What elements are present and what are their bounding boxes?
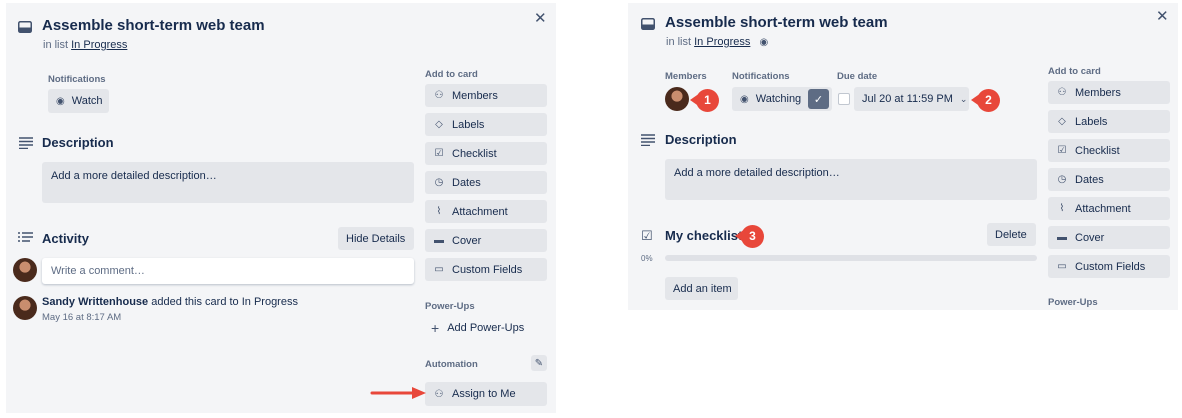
custom-fields-icon: ▭ — [434, 264, 444, 275]
eye-icon: ◉ — [740, 93, 749, 105]
watch-button[interactable]: ◉ Watch — [48, 89, 109, 113]
checklist-title: My checklist — [665, 228, 743, 243]
cover-button[interactable]: ▬ Cover — [425, 229, 547, 252]
custom-fields-icon: ▭ — [1057, 261, 1067, 272]
cover-button[interactable]: ▬ Cover — [1048, 226, 1170, 249]
dates-button[interactable]: ◷ Dates — [425, 171, 547, 194]
member-avatar[interactable] — [665, 87, 689, 111]
assign-to-me-button[interactable]: ⚇ Assign to Me — [425, 382, 547, 406]
callout-3: 3 — [735, 224, 764, 248]
add-person-icon: ⚇ — [434, 388, 444, 400]
clock-icon: ◷ — [434, 177, 444, 188]
notifications-label: Notifications — [732, 71, 790, 82]
due-date-label: Due date — [837, 71, 878, 82]
checklist-icon: ☑ — [1057, 145, 1067, 156]
cover-icon: ▬ — [434, 235, 444, 246]
callout-1: 1 — [690, 88, 719, 112]
activity-avatar — [13, 296, 37, 320]
progress-percent: 0% — [641, 254, 653, 263]
callout-2: 2 — [971, 88, 1000, 112]
delete-checklist-button[interactable]: Delete — [987, 223, 1036, 246]
due-date-checkbox[interactable] — [838, 93, 850, 105]
avatar — [13, 258, 37, 282]
person-icon: ⚇ — [1057, 87, 1067, 98]
description-input[interactable]: Add a more detailed description… — [665, 159, 1037, 200]
add-to-card-label: Add to card — [425, 69, 478, 80]
progress-bar — [665, 255, 1037, 261]
close-icon[interactable]: ✕ — [1156, 7, 1169, 25]
custom-fields-button[interactable]: ▭ Custom Fields — [1048, 255, 1170, 278]
plus-icon: + — [431, 320, 440, 336]
description-icon — [641, 133, 655, 151]
activity-user[interactable]: Sandy Writtenhouse — [42, 296, 148, 308]
card-detail-panel-left: Assemble short-term web team in list In … — [6, 3, 556, 413]
power-ups-label: Power-Ups — [1048, 297, 1098, 308]
paperclip-icon: ⌇ — [1059, 203, 1065, 214]
add-to-card-label: Add to card — [1048, 66, 1101, 77]
attachment-button[interactable]: ⌇ Attachment — [425, 200, 547, 223]
description-icon — [19, 136, 33, 154]
attachment-button[interactable]: ⌇ Attachment — [1048, 197, 1170, 220]
description-title: Description — [665, 132, 737, 147]
watching-check-icon: ✓ — [808, 89, 829, 109]
labels-button[interactable]: ◇ Labels — [425, 113, 547, 136]
custom-fields-button[interactable]: ▭ Custom Fields — [425, 258, 547, 281]
due-date-button[interactable]: Jul 20 at 11:59 PM ⌄ — [854, 87, 969, 111]
person-icon: ⚇ — [434, 90, 444, 101]
cover-icon: ▬ — [1057, 232, 1067, 243]
members-button[interactable]: ⚇ Members — [425, 84, 547, 107]
close-icon[interactable]: ✕ — [534, 9, 547, 27]
eye-icon: ◉ — [56, 95, 65, 107]
checklist-button[interactable]: ☑ Checklist — [1048, 139, 1170, 162]
arrow-annotation — [370, 387, 426, 399]
description-input[interactable]: Add a more detailed description… — [42, 162, 414, 203]
eye-icon: ◉ — [759, 37, 769, 48]
add-power-ups-link[interactable]: + Add Power-Ups — [431, 320, 524, 336]
dates-button[interactable]: ◷ Dates — [1048, 168, 1170, 191]
members-button[interactable]: ⚇ Members — [1048, 81, 1170, 104]
labels-button[interactable]: ◇ Labels — [1048, 110, 1170, 133]
checklist-button[interactable]: ☑ Checklist — [425, 142, 547, 165]
power-ups-label: Power-Ups — [425, 301, 475, 312]
card-detail-panel-right: Assemble short-term web team in list In … — [628, 3, 1178, 310]
activity-title: Activity — [42, 231, 89, 246]
hide-details-button[interactable]: Hide Details — [338, 227, 414, 250]
members-label: Members — [665, 71, 707, 82]
list-link[interactable]: In Progress — [71, 39, 127, 51]
comment-input[interactable]: Write a comment… — [42, 258, 414, 284]
paperclip-icon: ⌇ — [436, 206, 442, 217]
edit-automation-icon[interactable]: ✎ — [531, 355, 547, 371]
checklist-section-icon: ☑ — [641, 228, 653, 243]
notifications-label: Notifications — [48, 74, 106, 85]
tag-icon: ◇ — [1058, 116, 1066, 127]
card-icon — [641, 17, 655, 35]
card-title: Assemble short-term web team — [42, 17, 265, 34]
add-item-button[interactable]: Add an item — [665, 277, 738, 300]
tag-icon: ◇ — [435, 119, 443, 130]
activity-time[interactable]: May 16 at 8:17 AM — [42, 312, 121, 323]
chevron-down-icon: ⌄ — [959, 93, 968, 104]
automation-label: Automation — [425, 359, 478, 370]
activity-icon — [18, 231, 33, 249]
description-title: Description — [42, 135, 114, 150]
checklist-icon: ☑ — [434, 148, 444, 159]
card-icon — [18, 20, 32, 38]
card-title: Assemble short-term web team — [665, 14, 888, 31]
clock-icon: ◷ — [1057, 174, 1067, 185]
activity-entry: Sandy Writtenhouse added this card to In… — [42, 296, 298, 308]
list-link[interactable]: In Progress — [694, 36, 750, 48]
in-list-text: in list In Progress ◉ — [666, 36, 769, 48]
in-list-text: in list In Progress — [43, 39, 128, 51]
